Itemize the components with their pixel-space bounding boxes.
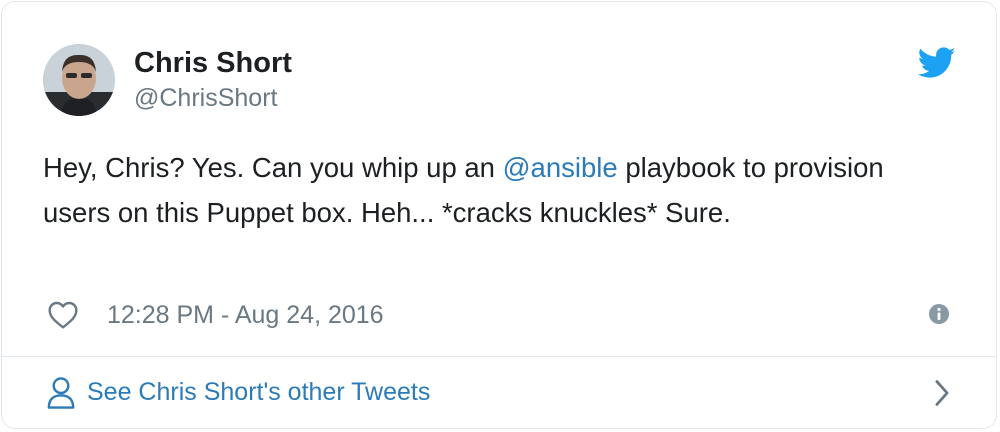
chevron-right-icon bbox=[935, 379, 949, 406]
mention-link[interactable]: @ansible bbox=[503, 152, 618, 183]
author-screen-name[interactable]: @ChrisShort bbox=[134, 81, 292, 115]
twitter-bird-icon[interactable] bbox=[918, 47, 956, 79]
tweet-text: Hey, Chris? Yes. Can you whip up an @ans… bbox=[43, 145, 943, 235]
tweet-meta: 12:28 PM - Aug 24, 2016 bbox=[47, 298, 384, 332]
tweet-header: Chris Short @ChrisShort bbox=[43, 43, 292, 117]
avatar-image bbox=[43, 44, 115, 116]
tweet-card: Chris Short @ChrisShort Hey, Chris? Yes.… bbox=[1, 1, 997, 429]
other-tweets-link[interactable]: See Chris Short's other Tweets bbox=[2, 357, 996, 428]
author-names: Chris Short @ChrisShort bbox=[134, 45, 292, 115]
info-icon[interactable] bbox=[928, 303, 950, 325]
tweet-timestamp[interactable]: 12:28 PM - Aug 24, 2016 bbox=[107, 301, 384, 330]
other-tweets-label: See Chris Short's other Tweets bbox=[87, 378, 431, 406]
author-display-name[interactable]: Chris Short bbox=[134, 45, 292, 81]
avatar[interactable] bbox=[43, 44, 115, 116]
heart-icon[interactable] bbox=[47, 300, 79, 330]
tweet-text-start: Hey, Chris? Yes. Can you whip up an bbox=[43, 152, 503, 183]
person-icon bbox=[47, 376, 75, 409]
